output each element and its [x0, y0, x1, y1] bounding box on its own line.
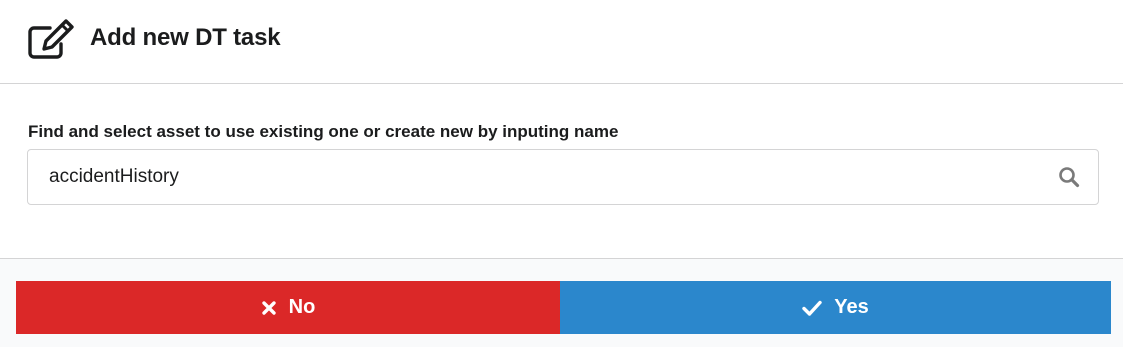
asset-search-box [27, 149, 1099, 205]
add-dt-task-modal: Add new DT task Find and select asset to… [0, 0, 1123, 347]
checkmark-icon [802, 300, 822, 316]
close-icon [261, 300, 277, 316]
edit-icon [26, 17, 76, 61]
yes-button[interactable]: Yes [560, 281, 1111, 334]
no-button[interactable]: No [16, 281, 560, 334]
asset-field-label: Find and select asset to use existing on… [28, 122, 619, 141]
no-button-label: No [288, 296, 316, 318]
modal-title: Add new DT task [90, 24, 281, 51]
modal-header: Add new DT task [0, 0, 1123, 84]
yes-button-label: Yes [834, 296, 869, 318]
asset-search-input[interactable] [28, 150, 1028, 204]
modal-content: Find and select asset to use existing on… [0, 85, 1123, 258]
modal-actions: No Yes [0, 258, 1123, 347]
search-icon[interactable] [1058, 166, 1080, 188]
